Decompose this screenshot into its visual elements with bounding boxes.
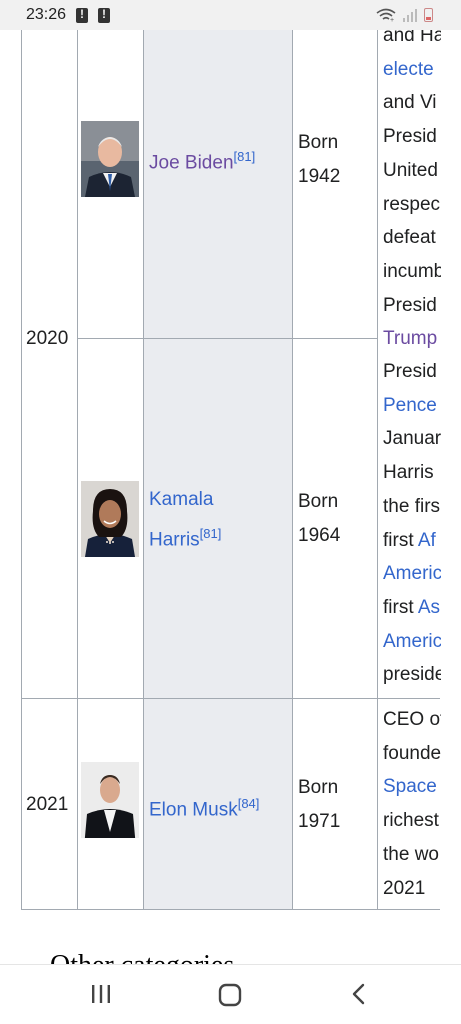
reference-link[interactable]: [84] xyxy=(238,796,260,811)
home-icon[interactable] xyxy=(218,983,242,1007)
status-time: 23:26 xyxy=(26,6,67,23)
born-cell: Born 1942 xyxy=(298,126,340,194)
description-line: richest xyxy=(383,810,439,832)
description-line: Presid xyxy=(383,361,437,382)
table-border xyxy=(21,30,22,910)
born-label: Born xyxy=(298,777,339,798)
description-line: United xyxy=(383,159,438,181)
table-border xyxy=(143,30,144,910)
description-line: preside xyxy=(383,664,441,686)
description-text: first xyxy=(383,529,418,551)
description-link[interactable]: Af xyxy=(418,530,436,551)
description-line[interactable]: Americ xyxy=(383,557,441,591)
svg-text:+: + xyxy=(390,17,394,22)
description-cell: and Ha electe and Vi Presid United respec defe… xyxy=(383,30,441,356)
born-year: 1942 xyxy=(298,166,341,187)
person-name-link[interactable]: Kamala xyxy=(149,489,213,510)
born-year: 1971 xyxy=(298,811,341,832)
description-line: the wo xyxy=(383,843,439,865)
born-year: 1964 xyxy=(298,525,341,546)
person-photo[interactable] xyxy=(81,762,139,838)
born-cell: Born 1971 xyxy=(298,771,340,839)
notification-icon xyxy=(98,7,111,23)
description-line: founde xyxy=(383,742,441,764)
row-divider xyxy=(21,909,440,910)
table-border xyxy=(377,30,378,910)
description-line[interactable]: Americ xyxy=(383,625,441,659)
person-photo[interactable] xyxy=(81,481,139,557)
table-border xyxy=(292,30,293,910)
description-link[interactable]: As xyxy=(418,597,440,618)
battery-icon xyxy=(424,8,433,22)
table-border xyxy=(77,30,78,910)
born-cell: Born 1964 xyxy=(298,485,340,553)
person-name[interactable]: Elon Musk[84] xyxy=(149,787,259,827)
back-icon[interactable] xyxy=(348,983,370,1005)
signal-icon xyxy=(403,9,417,22)
wiki-table: 2020 2021 Joe Biden[81] Born 1942 and Ha… xyxy=(0,30,461,910)
description-text: first xyxy=(383,596,418,618)
person-photo[interactable] xyxy=(81,121,139,197)
status-bar: 23:26 + xyxy=(0,0,461,30)
row-divider xyxy=(77,338,378,339)
description-cell: Presid Pence Januar Harris the firs first Af A… xyxy=(383,355,441,692)
person-name-link[interactable]: Elon Musk xyxy=(149,799,238,820)
description-line: the firs xyxy=(383,495,441,517)
person-name[interactable]: Joe Biden[81] xyxy=(149,140,255,180)
notification-icon xyxy=(76,7,89,23)
description-line: incumb xyxy=(383,260,441,282)
born-label: Born xyxy=(298,132,339,153)
description-line: Harris xyxy=(383,462,434,484)
person-name-link[interactable]: Harris xyxy=(149,529,200,550)
reference-link[interactable]: [81] xyxy=(234,149,256,164)
wifi-icon: + xyxy=(376,8,396,22)
description-line: and Ha xyxy=(383,30,441,46)
born-label: Born xyxy=(298,491,339,512)
person-name-link[interactable]: Joe Biden xyxy=(149,152,234,173)
description-line: Presid xyxy=(383,294,437,316)
description-line: CEO of xyxy=(383,709,441,730)
year-cell: 2020 xyxy=(26,328,69,349)
year-cell: 2021 xyxy=(26,794,69,815)
description-line[interactable]: Pence xyxy=(383,389,441,423)
description-line: 2021 xyxy=(383,877,426,899)
person-name[interactable]: Kamala Harris[81] xyxy=(149,483,221,557)
description-line[interactable]: first As xyxy=(383,591,441,625)
row-divider xyxy=(21,698,440,699)
description-line[interactable]: Space xyxy=(383,770,441,804)
description-line: defeat xyxy=(383,227,436,249)
reference-link[interactable]: [81] xyxy=(200,526,222,541)
description-line[interactable]: Trump xyxy=(383,322,441,356)
description-line[interactable]: first Af xyxy=(383,524,441,558)
description-cell: CEO of founde Space richest the wo 2021 xyxy=(383,703,441,905)
description-line: Januar xyxy=(383,428,441,450)
description-line: and Vi xyxy=(383,92,437,114)
description-line: Presid xyxy=(383,126,437,148)
navigation-bar xyxy=(0,964,461,1024)
section-heading: Other categories xyxy=(50,950,234,964)
recent-apps-icon[interactable] xyxy=(90,983,112,1005)
description-line[interactable]: electe xyxy=(383,53,441,87)
description-line: respec xyxy=(383,193,441,215)
